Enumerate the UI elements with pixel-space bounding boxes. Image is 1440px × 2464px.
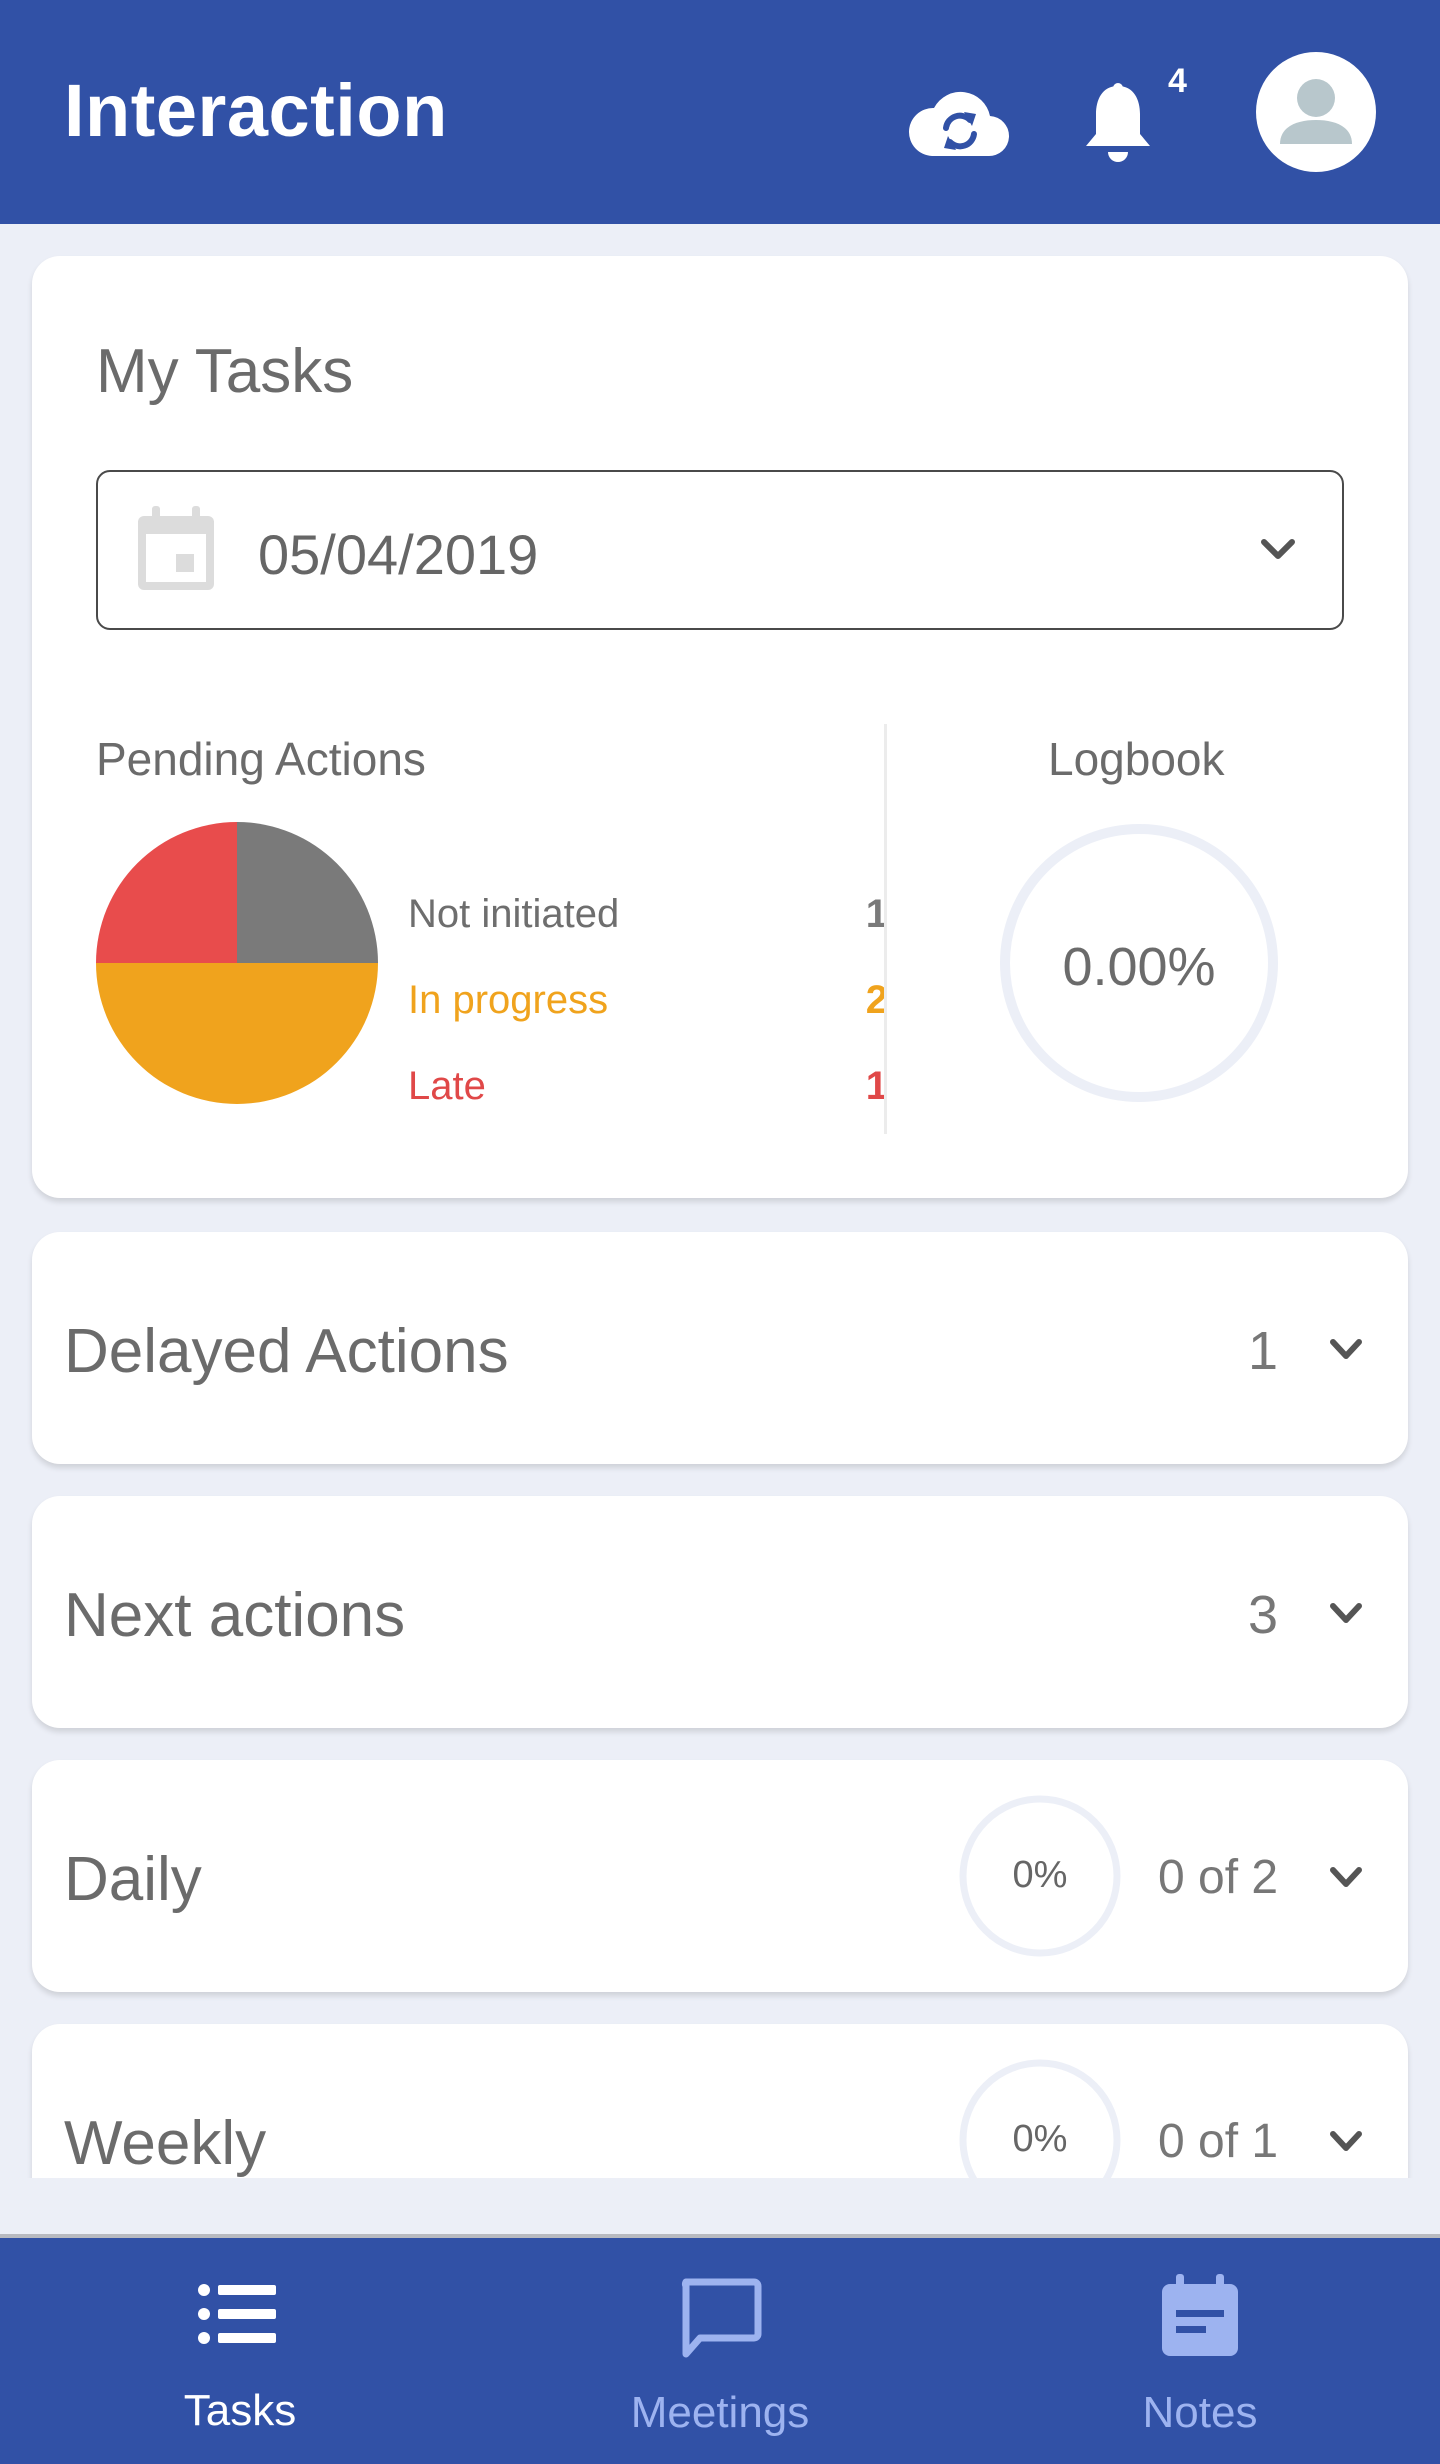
section-title: Delayed Actions xyxy=(64,1317,509,1386)
chevron-down-icon xyxy=(1330,1603,1362,1623)
chevron-down-icon xyxy=(1330,1867,1362,1887)
card-title: My Tasks xyxy=(96,337,354,406)
calendar-icon xyxy=(138,506,214,590)
section-count: 0 of 2 xyxy=(1158,1851,1279,1904)
notification-badge: 4 xyxy=(1168,62,1187,100)
app-title: Interaction xyxy=(64,69,448,152)
legend-late: Late 1 xyxy=(408,1064,888,1114)
pending-actions-label: Pending Actions xyxy=(96,733,426,785)
pie-slice-in-progress xyxy=(96,963,378,1104)
nav-label: Notes xyxy=(1142,2388,1258,2437)
section-count: 0 of 1 xyxy=(1158,2115,1279,2168)
legend-not-initiated: Not initiated 1 xyxy=(408,892,888,942)
progress-percent: 0% xyxy=(1012,1854,1068,1896)
section-count: 3 xyxy=(1248,1585,1279,1645)
chevron-down-icon xyxy=(1330,2131,1362,2151)
app-header: Interaction 4 xyxy=(0,0,1440,224)
bell-icon[interactable] xyxy=(1082,80,1154,166)
nav-notes[interactable]: Notes xyxy=(960,2238,1440,2464)
person-icon xyxy=(1280,79,1352,144)
logbook-label: Logbook xyxy=(1048,733,1225,785)
legend-in-progress: In progress 2 xyxy=(408,978,888,1028)
legend-label: Not initiated xyxy=(408,892,620,936)
section-count: 1 xyxy=(1248,1321,1279,1381)
legend-label: In progress xyxy=(408,978,609,1022)
bottom-nav: Tasks Meetings Notes xyxy=(0,2238,1440,2464)
date-value: 05/04/2019 xyxy=(258,523,539,586)
next-actions-section[interactable]: Next actions 3 xyxy=(32,1496,1408,1728)
chevron-down-icon xyxy=(1261,539,1295,559)
section-title: Daily xyxy=(64,1845,202,1914)
nav-tasks[interactable]: Tasks xyxy=(0,2238,480,2464)
calendar-note-icon xyxy=(1162,2274,1238,2356)
nav-label: Meetings xyxy=(630,2388,810,2437)
legend-label: Late xyxy=(408,1064,486,1108)
pending-actions-pie-chart xyxy=(96,822,378,1104)
delayed-actions-section[interactable]: Delayed Actions 1 xyxy=(32,1232,1408,1464)
avatar[interactable] xyxy=(1256,52,1376,172)
my-tasks-card: My Tasks 05/04/2019 Pending Actions Not … xyxy=(32,256,1408,1198)
date-dropdown[interactable]: 05/04/2019 xyxy=(96,470,1344,630)
weekly-section[interactable]: Weekly 0% 0 of 1 xyxy=(32,2024,1408,2178)
divider xyxy=(884,724,887,1134)
cloud-sync-icon[interactable] xyxy=(908,84,1010,160)
nav-meetings[interactable]: Meetings xyxy=(480,2238,960,2464)
daily-section[interactable]: Daily 0% 0 of 2 xyxy=(32,1760,1408,1992)
list-icon xyxy=(198,2284,276,2344)
pie-slice-not-initiated xyxy=(237,822,378,963)
logbook-percentage: 0.00% xyxy=(1062,937,1216,997)
section-title: Weekly xyxy=(64,2109,267,2178)
pie-slice-late xyxy=(96,822,237,963)
section-title: Next actions xyxy=(64,1581,406,1650)
chat-icon xyxy=(681,2278,762,2358)
chevron-down-icon xyxy=(1330,1339,1362,1359)
main-content[interactable]: My Tasks 05/04/2019 Pending Actions Not … xyxy=(0,224,1440,2178)
nav-label: Tasks xyxy=(183,2386,297,2435)
progress-percent: 0% xyxy=(1012,2118,1068,2160)
